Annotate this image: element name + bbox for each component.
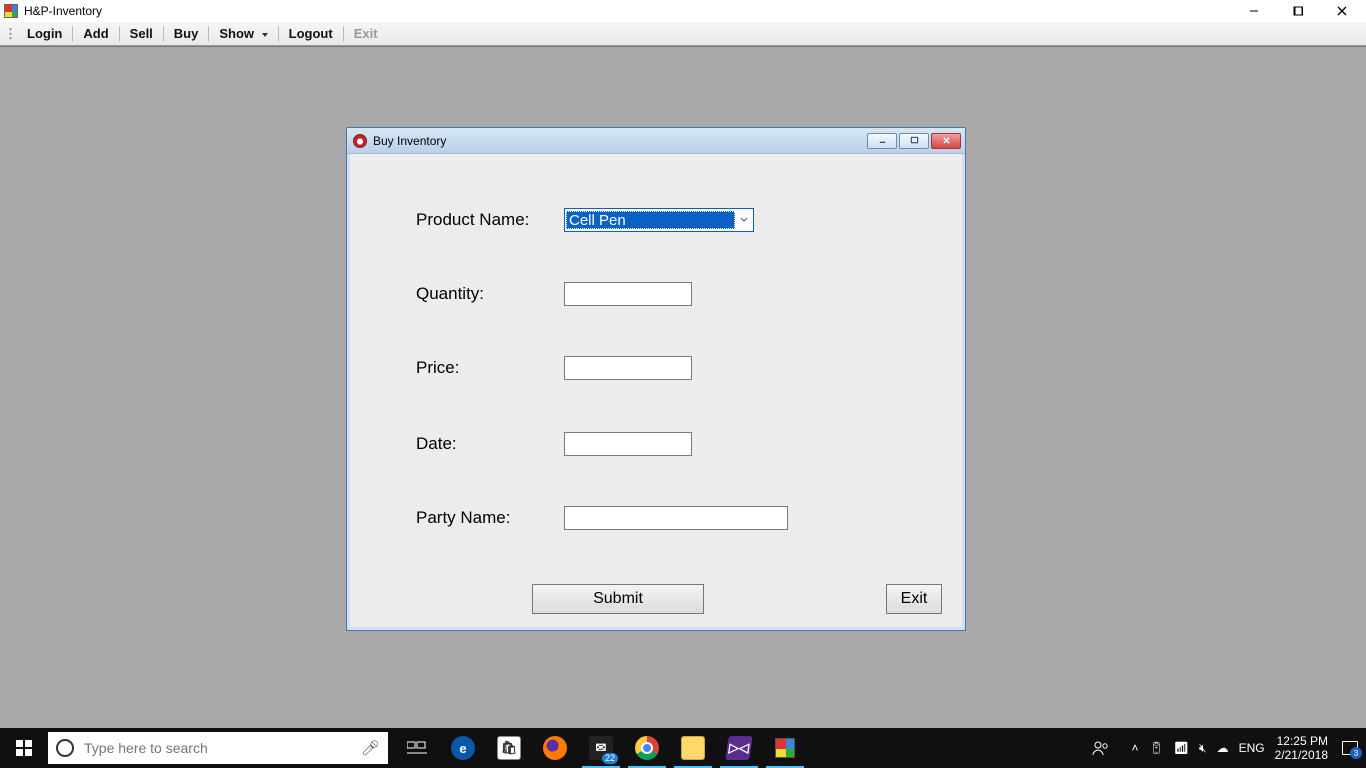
dialog-icon (353, 134, 367, 148)
taskbar-app-firefox[interactable] (532, 728, 578, 768)
tray-action-center[interactable]: 3 (1342, 741, 1358, 755)
parent-window-title: H&P-Inventory (24, 4, 102, 18)
dialog-minimize-button[interactable] (867, 133, 897, 149)
menu-separator (163, 26, 164, 42)
microphone-icon[interactable]: 🎤︎ (361, 739, 380, 757)
tray-language[interactable]: ENG (1239, 741, 1265, 755)
start-button[interactable] (0, 728, 48, 768)
date-input[interactable] (564, 432, 692, 456)
menu-bar: ⋮ Login Add Sell Buy Show Logout Exit (0, 22, 1366, 46)
taskbar-app-visual-studio[interactable]: ▷◁ (716, 728, 762, 768)
tray-clock[interactable]: 12:25 PM 2/21/2018 (1275, 734, 1332, 762)
price-label: Price: (416, 358, 564, 378)
taskbar-app-file-explorer[interactable] (670, 728, 716, 768)
tray-onedrive-icon[interactable]: ☁︎ (1217, 741, 1229, 755)
dialog-maximize-button[interactable] (899, 133, 929, 149)
system-tray: ˄ 🔋︎ 📶︎ 🔇︎ ☁︎ ENG 12:25 PM 2/21/2018 3 (1124, 734, 1366, 762)
date-label: Date: (416, 434, 564, 454)
task-view-button[interactable] (394, 728, 440, 768)
quantity-input[interactable] (564, 282, 692, 306)
party-name-label: Party Name: (416, 508, 564, 528)
menu-item-sell[interactable]: Sell (122, 24, 161, 43)
taskbar: 🎤︎ e 🛍︎ ✉22 ▷◁ ˄ 🔋︎ 📶︎ 🔇︎ ☁︎ ENG 12:25 P… (0, 728, 1366, 768)
submit-button[interactable]: Submit (532, 584, 704, 614)
tray-volume-icon[interactable]: 🔇︎ (1199, 741, 1207, 756)
app-icon (4, 4, 18, 18)
tray-wifi-icon[interactable]: 📶︎ (1174, 741, 1189, 755)
taskbar-app-store[interactable]: 🛍︎ (486, 728, 532, 768)
menu-separator (119, 26, 120, 42)
menu-item-logout[interactable]: Logout (281, 24, 341, 43)
menu-item-add[interactable]: Add (75, 24, 116, 43)
notification-badge: 3 (1350, 747, 1362, 759)
product-name-combobox[interactable]: Cell Pen (564, 208, 754, 232)
party-name-input[interactable] (564, 506, 788, 530)
mdi-client-area: Buy Inventory Product Name: Cell Pen (0, 46, 1366, 728)
taskbar-app-current[interactable] (762, 728, 808, 768)
dialog-title: Buy Inventory (373, 134, 446, 148)
buy-inventory-dialog: Buy Inventory Product Name: Cell Pen (346, 127, 966, 631)
chevron-down-icon (735, 209, 753, 231)
toolbar-grip-icon: ⋮ (4, 26, 15, 42)
menu-item-exit[interactable]: Exit (346, 24, 386, 43)
menu-separator (208, 26, 209, 42)
tray-time: 12:25 PM (1275, 734, 1328, 748)
quantity-label: Quantity: (416, 284, 564, 304)
dialog-close-button[interactable] (931, 133, 961, 149)
mail-badge: 22 (602, 753, 618, 764)
exit-button[interactable]: Exit (886, 584, 942, 614)
taskbar-app-mail[interactable]: ✉22 (578, 728, 624, 768)
taskbar-search[interactable]: 🎤︎ (48, 732, 388, 764)
menu-item-buy[interactable]: Buy (166, 24, 207, 43)
tray-date: 2/21/2018 (1275, 748, 1328, 762)
menu-item-show[interactable]: Show (211, 24, 275, 43)
taskbar-people-button[interactable] (1078, 728, 1124, 768)
menu-separator (72, 26, 73, 42)
taskbar-app-edge[interactable]: e (440, 728, 486, 768)
product-name-label: Product Name: (416, 210, 564, 230)
cortana-icon (56, 739, 74, 757)
parent-window-titlebar: H&P-Inventory (0, 0, 1366, 22)
chevron-down-icon (262, 33, 268, 37)
taskbar-app-chrome[interactable] (624, 728, 670, 768)
product-name-value: Cell Pen (566, 211, 735, 229)
parent-minimize-button[interactable] (1232, 0, 1276, 22)
price-input[interactable] (564, 356, 692, 380)
tray-battery-icon[interactable]: 🔋︎ (1149, 741, 1164, 755)
parent-maximize-button[interactable] (1276, 0, 1320, 22)
menu-item-show-label: Show (219, 26, 254, 41)
windows-logo-icon (16, 740, 32, 756)
dialog-body: Product Name: Cell Pen Quantity: Price: … (347, 154, 965, 630)
tray-overflow-icon[interactable]: ˄ (1132, 741, 1139, 755)
menu-separator (343, 26, 344, 42)
taskbar-search-input[interactable] (84, 740, 351, 756)
dialog-titlebar[interactable]: Buy Inventory (347, 128, 965, 154)
parent-close-button[interactable] (1320, 0, 1364, 22)
menu-item-login[interactable]: Login (19, 24, 70, 43)
menu-separator (278, 26, 279, 42)
